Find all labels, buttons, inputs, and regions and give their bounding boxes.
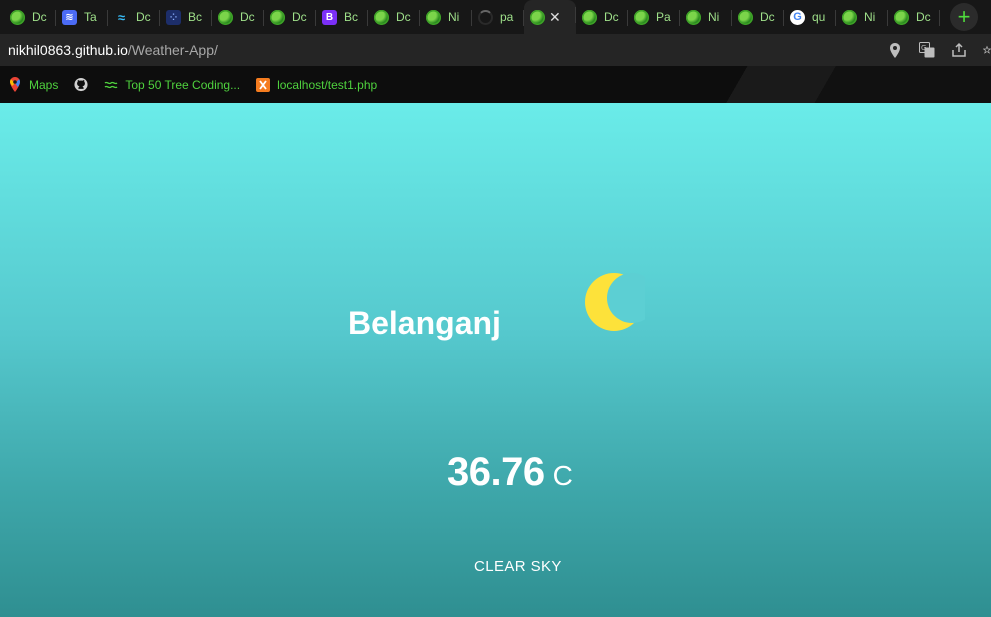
bookmark-github[interactable]	[74, 77, 88, 92]
browser-tab[interactable]: Dc	[368, 3, 420, 31]
bootstrap-icon: B	[322, 9, 337, 25]
browser-tab[interactable]: Dc	[4, 3, 56, 31]
browser-tab[interactable]: Pa	[628, 3, 680, 31]
globe-icon	[894, 9, 909, 25]
browser-tab[interactable]: Ni	[420, 3, 472, 31]
new-tab-button[interactable]: +	[950, 3, 978, 31]
google-icon: G	[790, 9, 805, 25]
bookmark-star-icon[interactable]	[983, 42, 991, 58]
url-host: nikhil0863.github.io	[8, 42, 128, 58]
browser-tab[interactable]: ≈ Dc	[108, 3, 160, 31]
close-icon[interactable]: ✕	[549, 9, 561, 26]
globe-icon	[270, 9, 285, 25]
loading-icon	[478, 9, 493, 25]
browser-tab[interactable]: Dc	[888, 3, 940, 31]
globe-icon	[10, 9, 25, 25]
browser-tab[interactable]: Ni	[680, 3, 732, 31]
browser-tab[interactable]: Ni	[836, 3, 888, 31]
svg-text:G: G	[921, 44, 926, 52]
tab-strip: Dc ≋ Ta ≈ Dc ⁘ Bc Dc Dc B Bc Dc Ni pa ✕ Dc P…	[0, 0, 991, 34]
translate-icon[interactable]: G	[919, 42, 935, 58]
location-icon[interactable]	[887, 42, 903, 58]
globe-icon	[842, 9, 857, 25]
tree-icon	[104, 78, 118, 92]
globe-icon	[634, 9, 649, 25]
weather-app-page: Belanganj 36.76 C CLEAR SKY	[0, 103, 991, 617]
browser-tab-active[interactable]: ✕	[524, 0, 576, 34]
globe-icon	[738, 9, 753, 25]
tailwind-stack-icon: ≋	[62, 9, 77, 25]
browser-tab[interactable]: Dc	[732, 3, 784, 31]
browser-tab[interactable]: ⁘ Bc	[160, 3, 212, 31]
globe-icon	[218, 9, 233, 25]
browser-tab[interactable]: ≋ Ta	[56, 3, 108, 31]
share-icon[interactable]	[951, 42, 967, 58]
address-bar[interactable]: nikhil0863.github.io/Weather-App/ G	[0, 34, 991, 66]
browser-tab[interactable]: Dc	[212, 3, 264, 31]
browser-tab[interactable]: Dc	[264, 3, 316, 31]
temperature-unit: C	[552, 460, 573, 491]
xampp-icon	[256, 77, 271, 92]
maps-icon	[8, 77, 22, 92]
bookmark-maps[interactable]: Maps	[8, 77, 58, 92]
browser-tab[interactable]: B Bc	[316, 3, 368, 31]
url-text[interactable]: nikhil0863.github.io/Weather-App/	[8, 42, 218, 58]
browser-tab[interactable]: Gqu	[784, 3, 836, 31]
city-name: Belanganj	[348, 305, 501, 341]
temperature-value: 36.76	[447, 450, 545, 494]
moon-icon	[585, 272, 657, 332]
weather-description: CLEAR SKY	[474, 558, 562, 575]
browser-tab[interactable]: Dc	[576, 3, 628, 31]
globe-icon	[426, 9, 441, 25]
url-path: /Weather-App/	[127, 42, 218, 58]
globe-icon	[686, 9, 701, 25]
bookmark-tree-coding[interactable]: Top 50 Tree Coding...	[104, 78, 240, 92]
temperature-display: 36.76 C	[447, 450, 573, 495]
dots-icon: ⁘	[166, 9, 181, 25]
bookmarks-bar: Maps Top 50 Tree Coding... localhost/tes…	[0, 66, 991, 103]
globe-icon	[530, 9, 545, 25]
globe-icon	[374, 9, 389, 25]
tailwind-icon: ≈	[117, 9, 126, 25]
github-icon	[74, 77, 88, 92]
browser-tab[interactable]: pa	[472, 3, 524, 31]
bookmark-localhost[interactable]: localhost/test1.php	[256, 77, 377, 92]
globe-icon	[582, 9, 597, 25]
address-bar-actions: G	[887, 34, 991, 66]
